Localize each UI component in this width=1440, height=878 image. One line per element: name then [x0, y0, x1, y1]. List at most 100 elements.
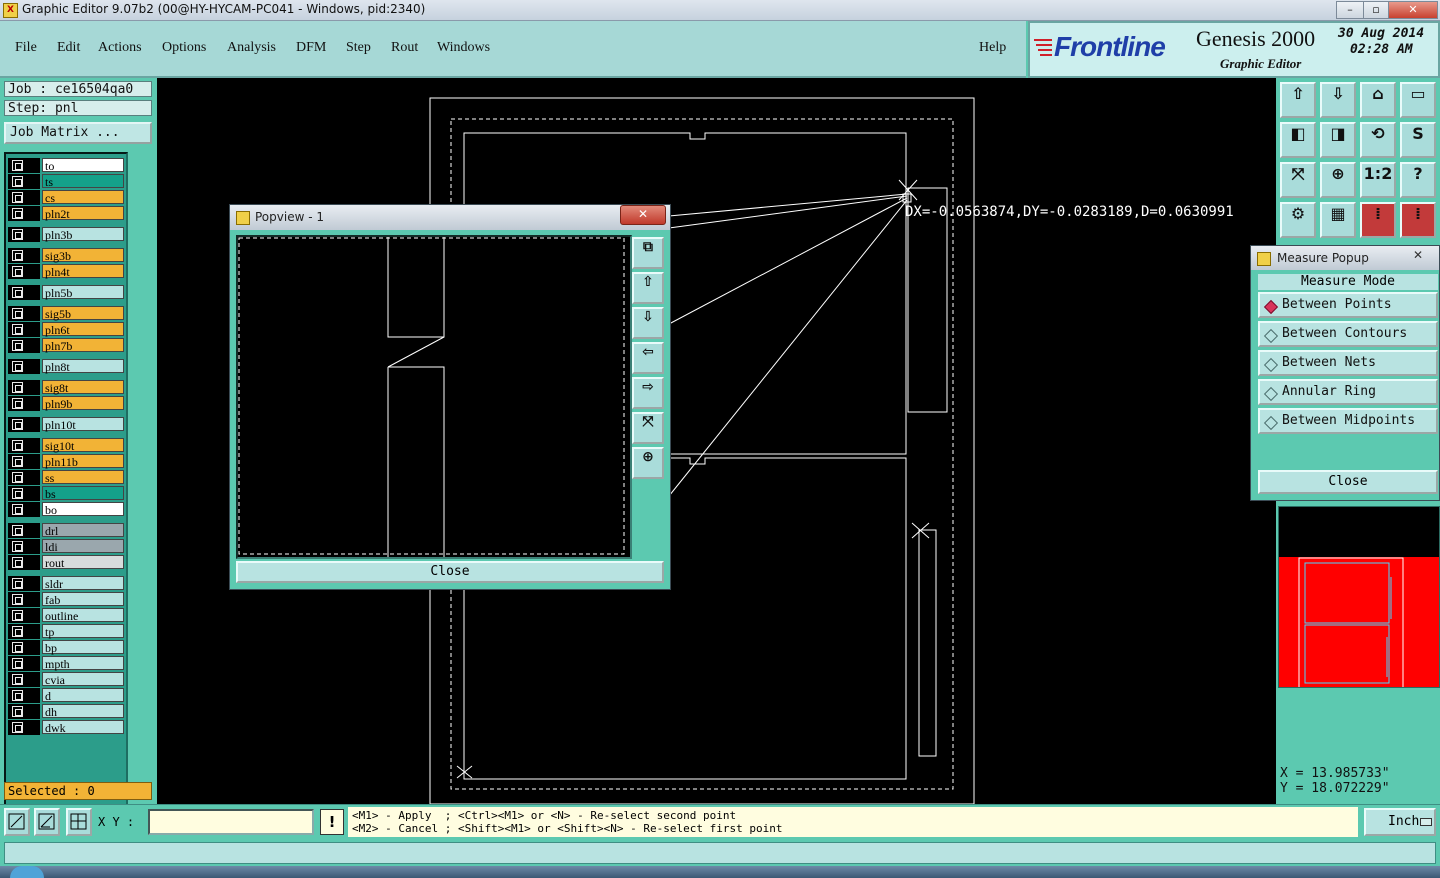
popview-new-button[interactable]: ⧉ — [632, 237, 664, 269]
layer-checkbox[interactable] — [12, 382, 23, 393]
layer-checkbox[interactable] — [12, 208, 23, 219]
zoom-in-button[interactable]: ⤧ — [1280, 162, 1316, 198]
layer-checkbox[interactable] — [12, 658, 23, 669]
layer-row[interactable]: sig10t — [8, 438, 126, 453]
layer-checkbox[interactable] — [12, 324, 23, 335]
grid-tool-button[interactable] — [66, 808, 92, 836]
layer-checkbox[interactable] — [12, 690, 23, 701]
measure-mode-option[interactable]: Between Points — [1258, 292, 1438, 318]
layer-row[interactable]: bp — [8, 640, 126, 655]
layer-name[interactable]: tp — [42, 624, 124, 639]
layer-name[interactable]: pln3b — [42, 227, 124, 242]
layer-name[interactable]: outline — [42, 608, 124, 623]
layer-row[interactable]: ldi — [8, 539, 126, 554]
layer-name[interactable]: sig5b — [42, 306, 124, 321]
redraw-button[interactable]: S — [1400, 122, 1436, 158]
measure-tool-button[interactable]: ⚙ — [1280, 202, 1316, 238]
menu-edit[interactable]: Edit — [57, 40, 80, 56]
layer-row[interactable]: sldr — [8, 576, 126, 591]
layer-row[interactable]: pln9b — [8, 396, 126, 411]
layer-name[interactable]: pln8t — [42, 359, 124, 374]
layer-row[interactable]: fab — [8, 592, 126, 607]
layout-button[interactable]: ▦ — [1320, 202, 1356, 238]
layer-row[interactable]: sig8t — [8, 380, 126, 395]
layer-name[interactable]: ts — [42, 174, 124, 189]
layer-checkbox[interactable] — [12, 626, 23, 637]
layer-name[interactable]: to — [42, 158, 124, 173]
layer-row[interactable]: pln10t — [8, 417, 126, 432]
pan-right-button[interactable]: ◨ — [1320, 122, 1356, 158]
layer-row[interactable]: pln7b — [8, 338, 126, 353]
layer-row[interactable]: pln8t — [8, 359, 126, 374]
layer-row[interactable]: pln2t — [8, 206, 126, 221]
layer-checkbox[interactable] — [12, 594, 23, 605]
layer-row[interactable]: mpth — [8, 656, 126, 671]
zoom-out-button[interactable]: ⊕ — [1320, 162, 1356, 198]
layer-name[interactable]: sig10t — [42, 438, 124, 453]
layer-name[interactable]: dwk — [42, 720, 124, 735]
layer-row[interactable]: sig5b — [8, 306, 126, 321]
layer-checkbox[interactable] — [12, 287, 23, 298]
layer-name[interactable]: pln4t — [42, 264, 124, 279]
layer-checkbox[interactable] — [12, 308, 23, 319]
pan-left-button[interactable]: ◧ — [1280, 122, 1316, 158]
menu-dfm[interactable]: DFM — [296, 40, 326, 56]
layer-checkbox[interactable] — [12, 488, 23, 499]
menu-actions[interactable]: Actions — [98, 40, 142, 56]
layer-checkbox[interactable] — [12, 361, 23, 372]
layer-row[interactable]: pln11b — [8, 454, 126, 469]
help-button[interactable]: ? — [1400, 162, 1436, 198]
layer-name[interactable]: d — [42, 688, 124, 703]
measure-close-button[interactable]: Close — [1258, 470, 1438, 494]
snap-tool-button[interactable] — [4, 808, 30, 836]
popview-right-button[interactable]: ⇨ — [632, 377, 664, 409]
xy-input[interactable] — [148, 809, 314, 835]
measure-mode-option[interactable]: Between Contours — [1258, 321, 1438, 347]
layer-checkbox[interactable] — [12, 722, 23, 733]
layer-name[interactable]: pln6t — [42, 322, 124, 337]
layer-checkbox[interactable] — [12, 557, 23, 568]
layer-checkbox[interactable] — [12, 472, 23, 483]
layer-name[interactable]: cs — [42, 190, 124, 205]
one-to-one-button[interactable]: 1:2 — [1360, 162, 1396, 198]
layer-name[interactable]: bs — [42, 486, 124, 501]
zoom-area-button[interactable]: ▭ — [1400, 82, 1436, 118]
layer-row[interactable]: cvia — [8, 672, 126, 687]
menu-rout[interactable]: Rout — [391, 40, 418, 56]
layer-name[interactable]: pln10t — [42, 417, 124, 432]
layer-name[interactable]: cvia — [42, 672, 124, 687]
layer-row[interactable]: cs — [8, 190, 126, 205]
popview-zoom-button[interactable]: ⊕ — [632, 447, 664, 479]
layer-checkbox[interactable] — [12, 176, 23, 187]
layer-name[interactable]: rout — [42, 555, 124, 570]
layer-row[interactable]: bo — [8, 502, 126, 517]
layer-row[interactable]: drl — [8, 523, 126, 538]
layer-checkbox[interactable] — [12, 642, 23, 653]
layer-row[interactable]: pln5b — [8, 285, 126, 300]
layer-checkbox[interactable] — [12, 525, 23, 536]
layer-name[interactable]: ldi — [42, 539, 124, 554]
layer-row[interactable]: pln3b — [8, 227, 126, 242]
layer-colors-button[interactable]: ⁞ — [1360, 202, 1396, 238]
layer-name[interactable]: bp — [42, 640, 124, 655]
popview-close-button[interactable]: Close — [236, 561, 664, 583]
layer-row[interactable]: ts — [8, 174, 126, 189]
layer-row[interactable]: ss — [8, 470, 126, 485]
layer-row[interactable]: dwk — [8, 720, 126, 735]
layer-name[interactable]: dh — [42, 704, 124, 719]
warning-icon[interactable]: ! — [320, 809, 344, 835]
layer-checkbox[interactable] — [12, 456, 23, 467]
menu-options[interactable]: Options — [162, 40, 206, 56]
layer-row[interactable]: to — [8, 158, 126, 173]
layer-name[interactable]: fab — [42, 592, 124, 607]
layer-name[interactable]: sig3b — [42, 248, 124, 263]
popview-close-x[interactable]: ✕ — [620, 205, 666, 225]
popview-down-button[interactable]: ⇩ — [632, 307, 664, 339]
start-orb-icon[interactable] — [10, 866, 44, 878]
layer-checkbox[interactable] — [12, 419, 23, 430]
layer-row[interactable]: pln4t — [8, 264, 126, 279]
layer-checkbox[interactable] — [12, 250, 23, 261]
layer-name[interactable]: bo — [42, 502, 124, 517]
layer-display-button[interactable]: ⁞ — [1400, 202, 1436, 238]
rotate-button[interactable]: ⟲ — [1360, 122, 1396, 158]
